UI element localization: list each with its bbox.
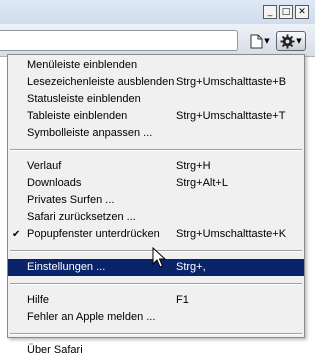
menu-item-shortcut: F1 [176, 294, 189, 306]
chevron-down-icon: ▼ [264, 37, 270, 45]
chevron-down-icon: ▼ [296, 37, 302, 45]
menu-item-block-popups[interactable]: ✔ Popupfenster unterdrücken Strg+Umschal… [8, 226, 304, 243]
menu-item-report-bug[interactable]: Fehler an Apple melden ... [8, 309, 304, 326]
menu-item-label: Über Safari [27, 344, 83, 356]
menu-item-shortcut: Strg+Umschalttaste+B [176, 76, 287, 88]
menu-item-show-tabbar[interactable]: Tableiste einblenden Strg+Umschalttaste+… [8, 108, 304, 125]
settings-menu-button[interactable]: ▼ [276, 31, 306, 51]
menu-item-downloads[interactable]: Downloads Strg+Alt+L [8, 175, 304, 192]
window-controls: _ □ ✕ [263, 5, 309, 19]
menu-item-help[interactable]: Hilfe F1 [8, 292, 304, 309]
page-icon [250, 34, 263, 48]
close-button[interactable]: ✕ [295, 5, 309, 19]
menu-item-about-safari[interactable]: Über Safari [8, 342, 304, 359]
gear-icon [280, 33, 295, 49]
toolbar: ▼ ▼ [0, 24, 315, 57]
settings-dropdown-menu: Menüleiste einblenden Lesezeichenleiste … [7, 54, 305, 356]
mouse-cursor-icon [152, 247, 166, 268]
menu-item-shortcut: Strg+Umschalttaste+K [176, 228, 287, 240]
checkmark-icon: ✔ [12, 229, 21, 240]
menu-item-label: Symbolleiste anpassen ... [27, 127, 153, 139]
menu-item-label: Privates Surfen ... [27, 194, 115, 206]
menu-item-label: Hilfe [27, 294, 50, 306]
page-menu-button[interactable]: ▼ [246, 31, 274, 51]
menu-item-label: Lesezeichenleiste ausblenden [27, 76, 175, 88]
menu-item-show-menubar[interactable]: Menüleiste einblenden [8, 57, 304, 74]
menu-item-label: Verlauf [27, 160, 62, 172]
menu-separator [10, 149, 302, 151]
menu-item-label: Einstellungen ... [27, 261, 106, 273]
menu-item-shortcut: Strg+H [176, 160, 211, 172]
menu-item-private-browsing[interactable]: Privates Surfen ... [8, 192, 304, 209]
menu-item-reset-safari[interactable]: Safari zurücksetzen ... [8, 209, 304, 226]
menu-item-hide-bookmarks-bar[interactable]: Lesezeichenleiste ausblenden Strg+Umscha… [8, 74, 304, 91]
menu-item-label: Fehler an Apple melden ... [27, 311, 156, 323]
menu-separator [10, 333, 302, 335]
menu-item-history[interactable]: Verlauf Strg+H [8, 158, 304, 175]
menu-item-customize-toolbar[interactable]: Symbolleiste anpassen ... [8, 125, 304, 142]
menu-item-label: Safari zurücksetzen ... [27, 211, 136, 223]
menu-item-shortcut: Strg+, [176, 261, 206, 273]
menu-item-shortcut: Strg+Alt+L [176, 177, 228, 189]
menu-item-label: Menüleiste einblenden [27, 59, 138, 71]
menu-item-label: Popupfenster unterdrücken [27, 228, 160, 240]
maximize-button[interactable]: □ [279, 5, 293, 19]
menu-item-label: Tableiste einblenden [27, 110, 128, 122]
menu-item-label: Downloads [27, 177, 82, 189]
menu-separator [10, 283, 302, 285]
menu-item-show-statusbar[interactable]: Statusleiste einblenden [8, 91, 304, 108]
minimize-button[interactable]: _ [263, 5, 277, 19]
title-bar: _ □ ✕ [0, 0, 315, 24]
address-field[interactable] [0, 30, 238, 51]
menu-item-shortcut: Strg+Umschalttaste+T [176, 110, 286, 122]
menu-item-label: Statusleiste einblenden [27, 93, 141, 105]
